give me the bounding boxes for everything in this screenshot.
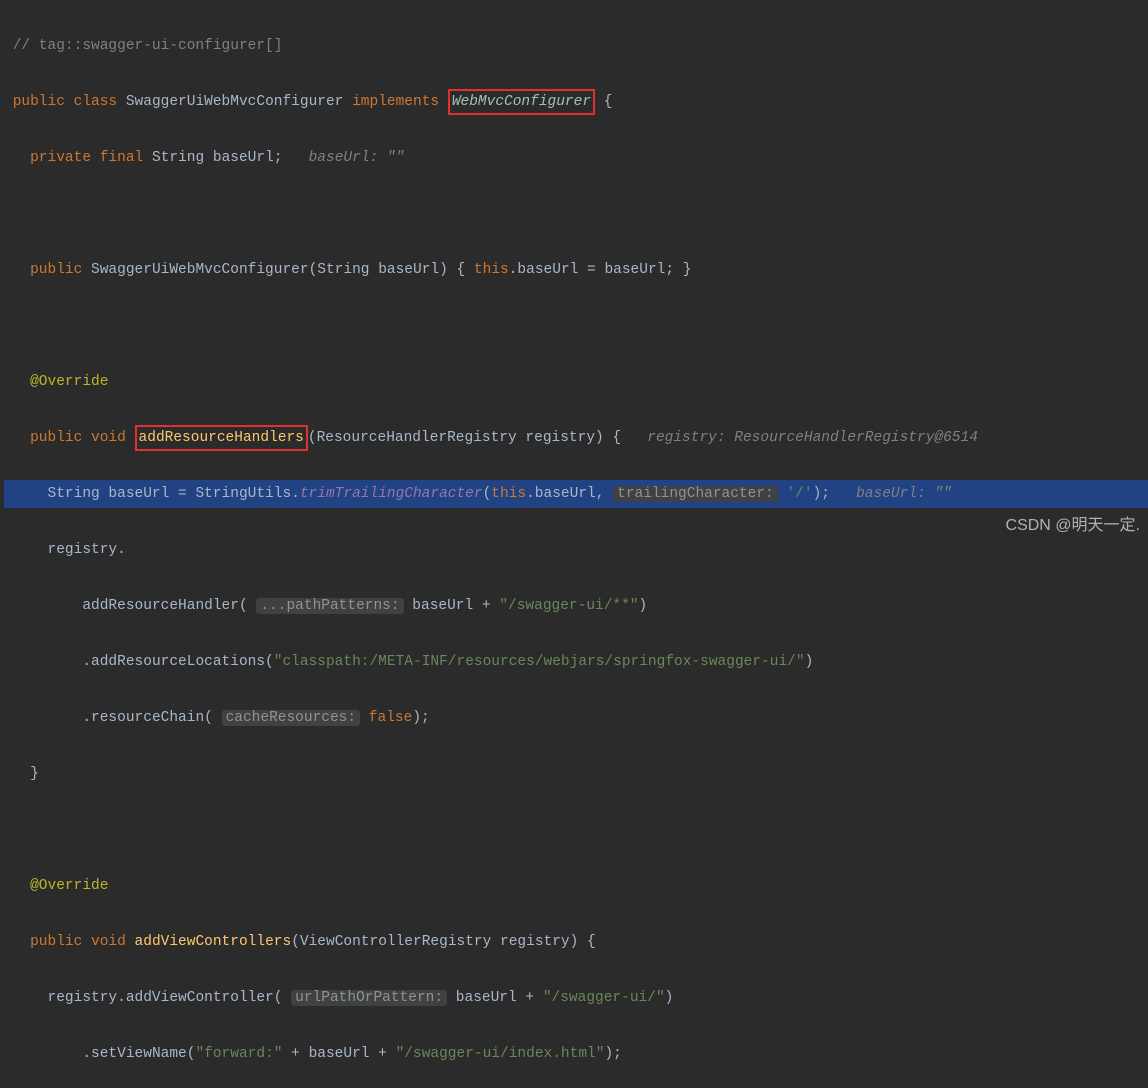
param-hint: urlPathOrPattern: [291, 990, 447, 1006]
code-line: // tag::swagger-ui-configurer[] [4, 32, 1148, 60]
param-hint: cacheResources: [222, 710, 361, 726]
code-line: private final String baseUrl; baseUrl: "… [4, 144, 1148, 172]
code-editor[interactable]: // tag::swagger-ui-configurer[] public c… [0, 0, 1148, 1088]
param-hint: trailingCharacter: [613, 486, 778, 502]
code-line: registry.addViewController( urlPathOrPat… [4, 984, 1148, 1012]
code-line: public class SwaggerUiWebMvcConfigurer i… [4, 88, 1148, 116]
code-line-highlighted: String baseUrl = StringUtils.trimTrailin… [4, 480, 1148, 508]
code-line: public void addResourceHandlers(Resource… [4, 424, 1148, 452]
highlight-box: WebMvcConfigurer [448, 89, 595, 115]
code-line: .addResourceLocations("classpath:/META-I… [4, 648, 1148, 676]
code-line: public void addViewControllers(ViewContr… [4, 928, 1148, 956]
watermark: CSDN @明天一定. [1006, 512, 1140, 540]
code-line: @Override [4, 368, 1148, 396]
code-line: @Override [4, 872, 1148, 900]
code-line: } [4, 760, 1148, 788]
highlight-box: addResourceHandlers [135, 425, 308, 451]
code-line: .setViewName("forward:" + baseUrl + "/sw… [4, 1040, 1148, 1068]
code-line: addResourceHandler( ...pathPatterns: bas… [4, 592, 1148, 620]
code-line: public SwaggerUiWebMvcConfigurer(String … [4, 256, 1148, 284]
code-line: .resourceChain( cacheResources: false); [4, 704, 1148, 732]
param-hint: ...pathPatterns: [256, 598, 403, 614]
code-line: registry. [4, 536, 1148, 564]
code-line [4, 312, 1148, 340]
code-line [4, 816, 1148, 844]
code-line [4, 200, 1148, 228]
